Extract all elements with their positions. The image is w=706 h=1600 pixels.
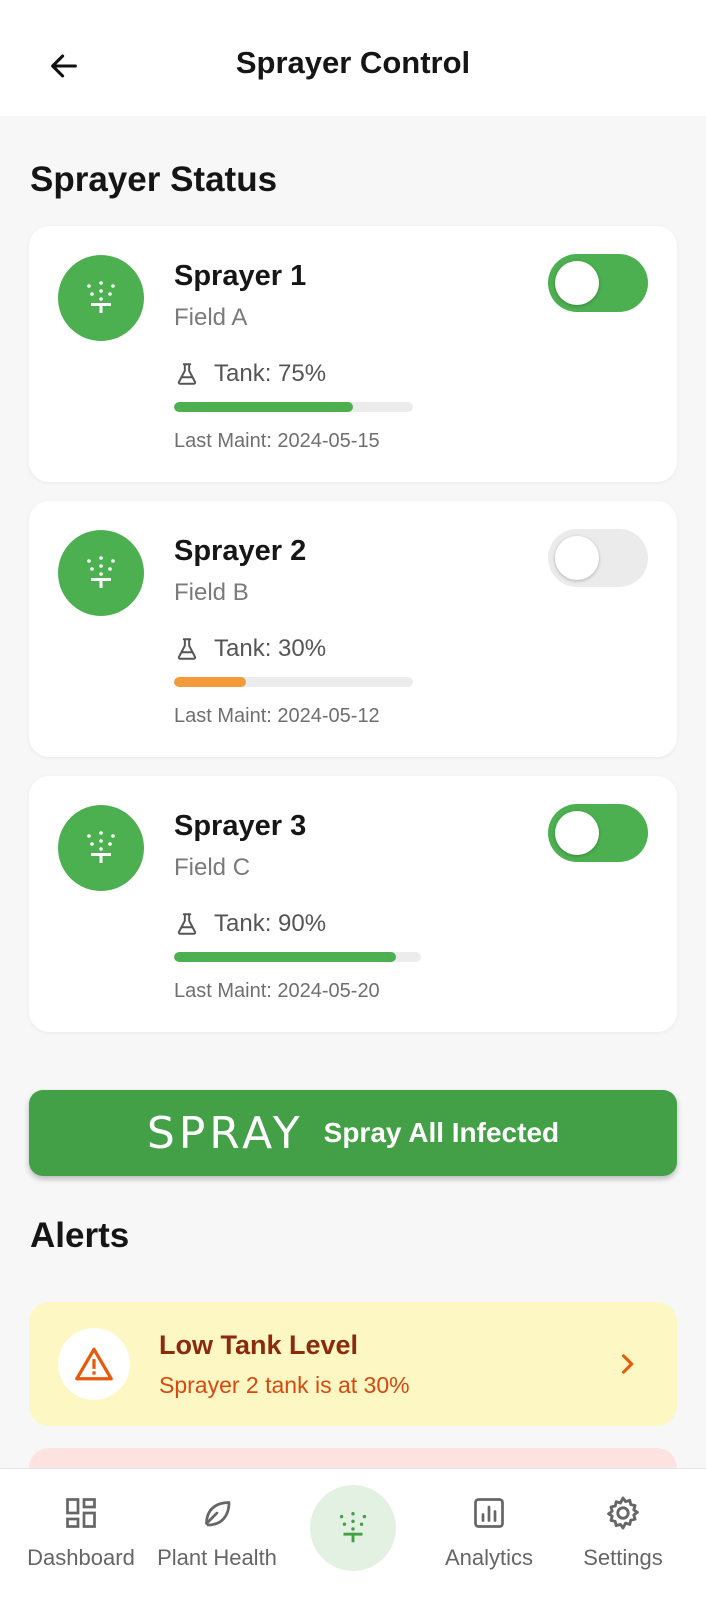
tank-progress-bar xyxy=(174,952,421,962)
sprayer-avatar xyxy=(58,805,144,891)
page-title: Sprayer Control xyxy=(235,45,471,80)
tank-progress-fill xyxy=(174,677,246,687)
nav-sprayer[interactable] xyxy=(310,1485,396,1571)
sprayer-card: Sprayer 2 Field B Tank: 30% Last Maint: … xyxy=(29,501,677,757)
tank-progress-bar xyxy=(174,402,413,412)
sprayer-card: Sprayer 1 Field A Tank: 75% Last Maint: … xyxy=(29,226,677,482)
sprayer-name: Sprayer 3 xyxy=(174,810,307,842)
toggle-knob xyxy=(555,811,599,855)
alert-icon-container xyxy=(58,1328,130,1400)
spray-all-infected-button[interactable]: SPRAY Spray All Infected xyxy=(29,1090,677,1176)
gear-icon xyxy=(607,1496,639,1530)
spray-all-label: Spray All Infected xyxy=(323,1117,560,1148)
last-maintenance: Last Maint: 2024-05-20 xyxy=(174,980,380,1002)
sprayer-name: Sprayer 1 xyxy=(174,260,307,292)
sprayer-icon xyxy=(339,1512,367,1543)
toggle-knob xyxy=(555,261,599,305)
tank-progress-fill xyxy=(174,402,354,412)
bottom-navigation: Dashboard Plant Health Analytics Setting… xyxy=(0,1468,706,1600)
sprayer-card: Sprayer 3 Field C Tank: 90% Last Maint: … xyxy=(29,776,677,1032)
dashboard-icon xyxy=(66,1498,96,1528)
sprayer-field: Field A xyxy=(174,304,248,331)
tank-label: Tank: 30% xyxy=(214,635,327,662)
nav-settings-label: Settings xyxy=(583,1545,663,1570)
sprayer-field: Field B xyxy=(174,579,249,606)
sprayer-toggle[interactable] xyxy=(548,254,648,312)
tank-row: Tank: 75% xyxy=(174,358,326,390)
tank-row: Tank: 90% xyxy=(174,908,326,940)
chevron-right-icon xyxy=(621,1354,634,1374)
sprayer-name: Sprayer 2 xyxy=(174,535,307,567)
flask-icon xyxy=(177,363,197,385)
alert-title: Low Tank Level xyxy=(159,1330,359,1360)
flask-icon xyxy=(177,638,197,660)
tank-progress-fill xyxy=(174,952,397,962)
sprayer-control-screen: Sprayer Control Sprayer Status Sprayer 1… xyxy=(0,0,706,1600)
sprayer-avatar xyxy=(58,530,144,616)
alert-card-low-tank[interactable]: Low Tank Level Sprayer 2 tank is at 30% xyxy=(29,1302,677,1426)
nav-plant-health-label: Plant Health xyxy=(157,1545,277,1570)
last-maintenance: Last Maint: 2024-05-15 xyxy=(174,430,380,452)
alert-message: Sprayer 2 tank is at 30% xyxy=(159,1372,410,1398)
nav-analytics-label: Analytics xyxy=(444,1545,534,1570)
last-maintenance: Last Maint: 2024-05-12 xyxy=(174,705,380,727)
tank-progress-bar xyxy=(174,677,413,687)
sprayer-icon xyxy=(87,556,115,588)
leaf-icon xyxy=(205,1501,231,1527)
toggle-knob xyxy=(555,536,599,580)
nav-dashboard[interactable]: Dashboard xyxy=(16,1469,146,1600)
nav-dashboard-label: Dashboard xyxy=(27,1545,135,1570)
sprayer-icon xyxy=(87,831,115,863)
spray-wordmark: SPRAY xyxy=(146,1107,304,1159)
tank-label: Tank: 75% xyxy=(214,360,327,387)
sprayer-toggle[interactable] xyxy=(548,804,648,862)
nav-analytics[interactable]: Analytics xyxy=(424,1469,554,1600)
sprayer-icon xyxy=(87,281,115,313)
sprayer-avatar xyxy=(58,255,144,341)
sprayer-status-heading: Sprayer Status xyxy=(30,160,278,199)
nav-settings[interactable]: Settings xyxy=(558,1469,688,1600)
sprayer-toggle[interactable] xyxy=(548,529,648,587)
analytics-icon xyxy=(474,1498,504,1528)
warning-triangle-icon xyxy=(75,1347,113,1381)
alerts-heading: Alerts xyxy=(30,1216,130,1255)
tank-label: Tank: 90% xyxy=(214,910,327,937)
flask-icon xyxy=(177,913,197,935)
nav-plant-health[interactable]: Plant Health xyxy=(152,1469,282,1600)
tank-row: Tank: 30% xyxy=(174,633,326,665)
sprayer-field: Field C xyxy=(174,854,251,881)
app-header: Sprayer Control xyxy=(0,0,706,116)
